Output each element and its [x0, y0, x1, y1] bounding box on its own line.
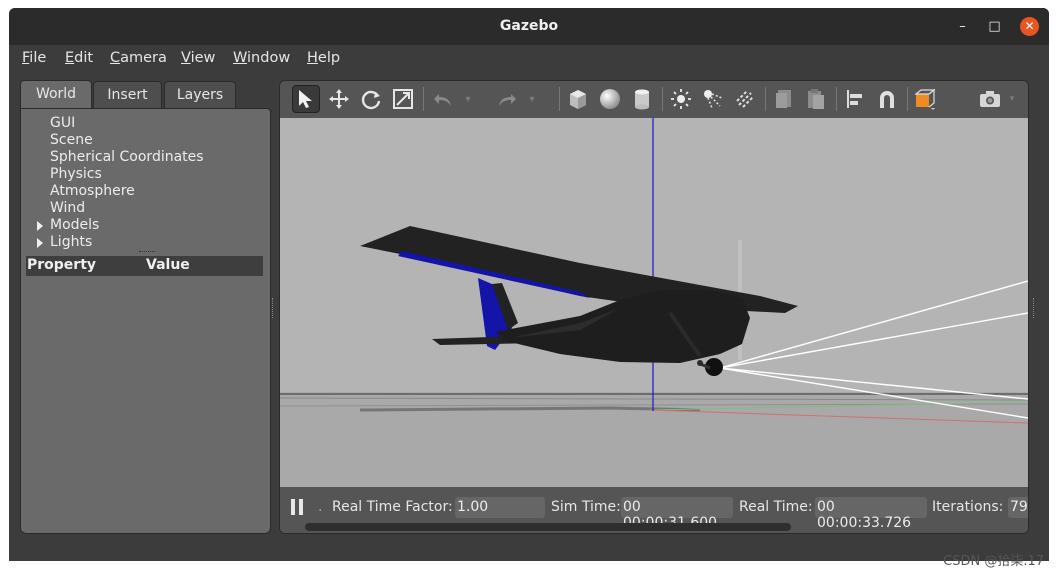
3d-viewport[interactable]: [280, 118, 1028, 487]
spot-light-icon[interactable]: [699, 85, 727, 113]
snap-icon[interactable]: [873, 85, 901, 113]
vertical-splitter-handle[interactable]: [272, 298, 275, 318]
menu-camera-label: amera: [120, 50, 167, 66]
redo-dropdown-icon[interactable]: ▾: [525, 85, 539, 113]
toolbar-separator: [836, 87, 837, 111]
directional-light-icon[interactable]: [731, 85, 759, 113]
copy-icon[interactable]: [770, 85, 798, 113]
scene-render: [280, 118, 1028, 487]
undo-dropdown-icon[interactable]: ▾: [461, 85, 475, 113]
sim-time-label: Sim Time:: [551, 499, 621, 515]
point-light-icon[interactable]: [667, 85, 695, 113]
toolbar-separator: [907, 87, 908, 111]
property-column-header: Property: [27, 257, 97, 273]
menu-help-label: elp: [317, 50, 341, 66]
window-title: Gazebo: [499, 18, 559, 34]
toolbar-separator: [423, 87, 424, 111]
menu-edit-label: dit: [74, 50, 94, 66]
undo-icon[interactable]: [429, 85, 457, 113]
world-tree-panel: GUI Scene Spherical Coordinates Physics …: [20, 108, 271, 534]
right-splitter-handle[interactable]: [1033, 298, 1036, 318]
menu-window[interactable]: Window: [233, 50, 290, 66]
left-panel: World Insert Layers GUI Scene Spherical …: [20, 80, 271, 534]
tab-insert[interactable]: Insert: [93, 81, 162, 109]
menu-camera[interactable]: Camera: [110, 50, 167, 66]
menu-camera-mnemonic: C: [110, 50, 121, 66]
maximize-button[interactable]: □: [985, 17, 1004, 36]
real-time-factor-value: 1.00: [455, 497, 545, 518]
title-bar: Gazebo – □ ✕: [9, 8, 1049, 45]
menu-help[interactable]: Help: [307, 50, 340, 66]
menu-bar: File Edit Camera View Window Help: [9, 45, 1049, 73]
toolbar: ▾ ▾ ▾: [280, 81, 1028, 118]
toolbar-separator: [765, 87, 766, 111]
real-time-factor-label: Real Time Factor:: [332, 499, 453, 515]
gazebo-window: Gazebo – □ ✕ File Edit Camera View Windo…: [9, 8, 1049, 561]
view-angle-icon[interactable]: [912, 85, 940, 113]
tree-item-atmosphere[interactable]: Atmosphere: [50, 183, 135, 199]
tree-item-wind[interactable]: Wind: [50, 200, 85, 216]
menu-view-mnemonic: V: [181, 50, 191, 66]
menu-file[interactable]: File: [22, 50, 46, 66]
menu-view[interactable]: View: [181, 50, 215, 66]
sim-time-value: 00 00:00:31.600: [621, 497, 733, 531]
menu-edit[interactable]: Edit: [65, 50, 93, 66]
translate-icon[interactable]: [325, 85, 353, 113]
menu-file-label: ile: [29, 50, 47, 66]
close-button[interactable]: ✕: [1020, 17, 1039, 36]
step-dot: .: [318, 499, 323, 515]
menu-view-label: iew: [190, 50, 216, 66]
rotate-icon[interactable]: [357, 85, 385, 113]
expand-models-icon[interactable]: [37, 221, 43, 231]
tree-item-lights[interactable]: Lights: [50, 234, 92, 250]
cylinder-icon[interactable]: [628, 85, 656, 113]
tree-item-spherical-coordinates[interactable]: Spherical Coordinates: [50, 149, 204, 165]
toolbar-separator: [559, 87, 560, 111]
menu-help-mnemonic: H: [307, 50, 318, 66]
value-column-header: Value: [146, 257, 190, 273]
minimize-button[interactable]: –: [953, 17, 972, 36]
expand-lights-icon[interactable]: [37, 238, 43, 248]
real-time-label: Real Time:: [739, 499, 813, 515]
tab-layers[interactable]: Layers: [164, 81, 236, 109]
align-icon[interactable]: [841, 85, 869, 113]
scale-icon[interactable]: [389, 85, 417, 113]
iterations-label: Iterations:: [932, 499, 1004, 515]
real-time-value: 00 00:00:33.726: [815, 497, 927, 531]
screenshot-icon[interactable]: [976, 85, 1004, 113]
paste-icon[interactable]: [802, 85, 830, 113]
sphere-icon[interactable]: [596, 85, 624, 113]
tree-item-physics[interactable]: Physics: [50, 166, 102, 182]
tree-item-gui[interactable]: GUI: [50, 115, 75, 131]
screenshot-dropdown-icon[interactable]: ▾: [1006, 85, 1018, 113]
status-scrollbar[interactable]: [305, 523, 791, 531]
redo-icon[interactable]: [493, 85, 521, 113]
tree-item-scene[interactable]: Scene: [50, 132, 93, 148]
box-icon[interactable]: [564, 85, 592, 113]
select-arrow-icon[interactable]: [292, 85, 320, 113]
property-table-header: Property Value: [26, 256, 263, 276]
status-bar: . Real Time Factor: 1.00 Sim Time: 00 00…: [280, 487, 1028, 533]
toolbar-separator: [662, 87, 663, 111]
render-panel: ▾ ▾ ▾ . Real Time Factor: 1.00 Sim Time:…: [279, 80, 1029, 534]
tree-item-models[interactable]: Models: [50, 217, 99, 233]
panel-splitter-handle[interactable]: [139, 251, 155, 253]
menu-edit-mnemonic: E: [65, 50, 75, 66]
watermark: CSDN @拾柒.17: [943, 554, 1044, 569]
iterations-value: 79: [1008, 497, 1028, 518]
tab-world[interactable]: World: [20, 80, 92, 109]
menu-window-label: indow: [247, 50, 291, 66]
pause-icon[interactable]: [291, 499, 305, 515]
menu-window-mnemonic: W: [233, 50, 248, 66]
